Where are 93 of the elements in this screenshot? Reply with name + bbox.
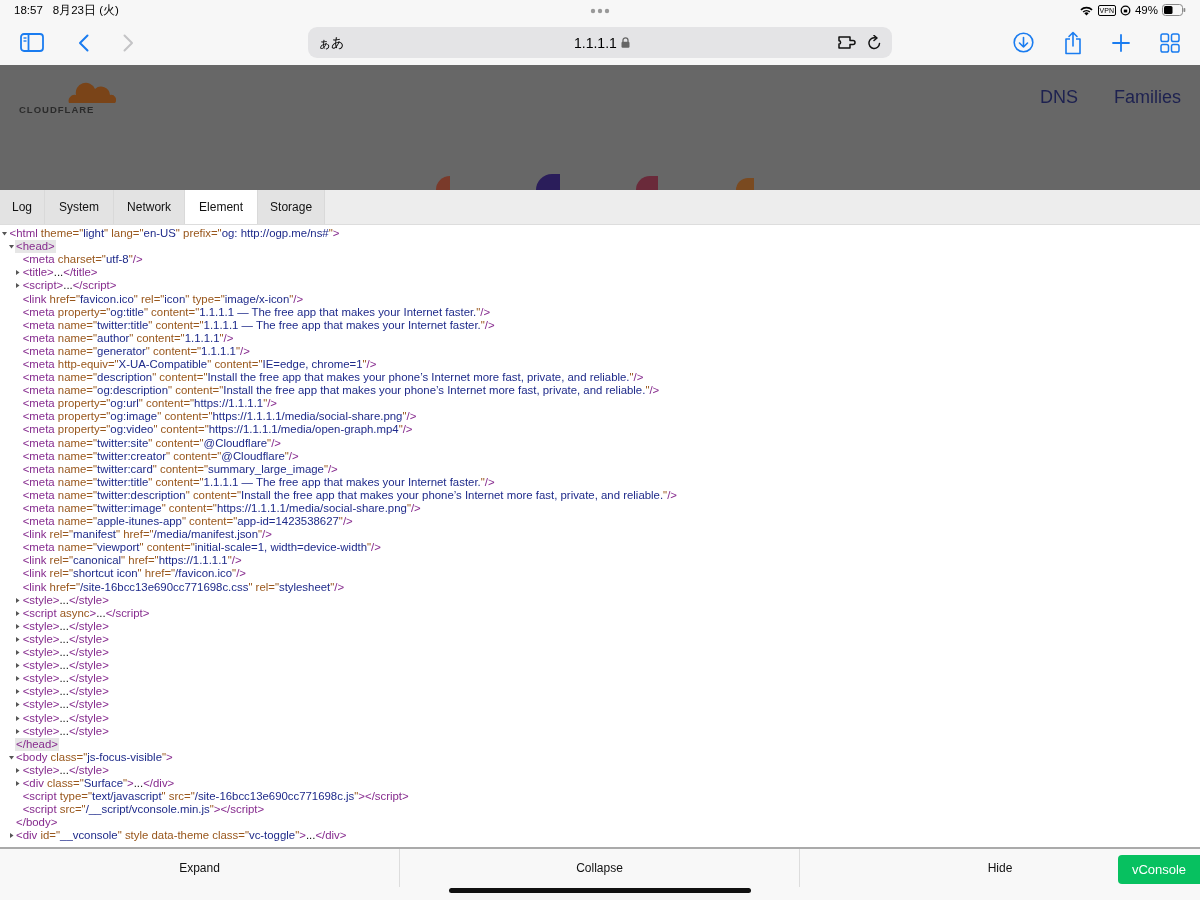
cloud-logo-icon bbox=[66, 80, 116, 104]
element-node[interactable]: <script async>...</script> bbox=[21, 606, 151, 620]
triangle-icon[interactable] bbox=[15, 676, 21, 682]
element-node[interactable]: <style>...</style> bbox=[21, 672, 110, 686]
console-tab[interactable]: Log bbox=[0, 190, 46, 224]
status-date: 8月23日 (火) bbox=[52, 2, 119, 18]
reload-icon[interactable] bbox=[867, 34, 882, 51]
element-node[interactable]: <meta name="twitter:site" content="@Cloudflare"/> bbox=[21, 436, 282, 450]
element-node[interactable]: <style>...</style> bbox=[21, 659, 110, 673]
triangle-icon[interactable] bbox=[8, 754, 14, 760]
element-node[interactable]: <script>...</script> bbox=[21, 279, 118, 293]
element-node[interactable]: <meta name="viewport" content="initial-scale=1, width=device-width"/> bbox=[21, 541, 382, 555]
lock-icon bbox=[620, 37, 630, 48]
element-node[interactable]: <meta name="description" content="Install the free app that makes your phone’s Internet more fast, private, and reliable."/> bbox=[21, 371, 645, 385]
element-node[interactable]: <script src="/__script/vconsole.min.js"></script> bbox=[21, 803, 266, 817]
triangle-icon[interactable] bbox=[8, 244, 14, 250]
element-node[interactable]: <style>...</style> bbox=[21, 593, 110, 607]
element-node[interactable]: <style>...</style> bbox=[21, 763, 110, 777]
element-node[interactable]: <meta name="twitter:title" content="1.1.1.1 — The free app that makes your Internet faster."/> bbox=[21, 318, 496, 332]
triangle-icon[interactable] bbox=[15, 623, 21, 629]
element-node[interactable]: <style>...</style> bbox=[21, 698, 110, 712]
element-node[interactable]: <meta name="twitter:image" content="https://1.1.1.1/media/social-share.png"/> bbox=[21, 502, 422, 515]
element-node[interactable]: <style>...</style> bbox=[21, 619, 110, 633]
wifi-icon bbox=[1078, 4, 1094, 16]
battery-percentage: 49% bbox=[1134, 4, 1158, 16]
element-node[interactable]: <meta property="og:video" content="https://1.1.1.1/media/open-graph.mp4"/> bbox=[21, 423, 414, 437]
console-tab[interactable]: Storage bbox=[258, 190, 326, 224]
triangle-icon[interactable] bbox=[15, 610, 21, 616]
element-node[interactable]: <link href="favicon.ico" rel="icon" type="image/x-icon"/> bbox=[21, 292, 305, 306]
triangle-icon[interactable] bbox=[15, 689, 21, 695]
element-node[interactable]: <meta charset="utf-8"/> bbox=[21, 253, 144, 267]
triangle-icon[interactable] bbox=[2, 231, 7, 237]
element-node[interactable]: <style>...</style> bbox=[21, 711, 110, 725]
element-node[interactable]: <body class="js-focus-visible"> bbox=[15, 750, 174, 764]
element-node[interactable]: <meta name="og:description" content="Install the free app that makes your phone’s Internet more fast, private, and reliable."/> bbox=[21, 384, 661, 398]
element-node[interactable]: <meta name="generator" content="1.1.1.1"/> bbox=[21, 344, 251, 358]
element-node[interactable]: <meta name="twitter:description" content="Install the free app that makes your phone’s Internet more fast, private, and reliable."/> bbox=[21, 488, 678, 502]
battery-icon bbox=[1162, 4, 1186, 16]
status-time: 18:57 bbox=[14, 4, 43, 16]
triangle-icon[interactable] bbox=[15, 728, 21, 734]
triangle-icon[interactable] bbox=[15, 781, 21, 786]
tabs-grid-icon[interactable] bbox=[1160, 32, 1180, 53]
element-node[interactable]: <meta property="og:image" content="https://1.1.1.1/media/social-share.png"/> bbox=[21, 410, 418, 424]
element-node[interactable]: <style>...</style> bbox=[21, 724, 110, 738]
element-node[interactable]: <link rel="manifest" href="/media/manifest.json"/> bbox=[21, 528, 273, 542]
element-node[interactable]: <meta property="og:url" content="https://1.1.1.1"/> bbox=[21, 397, 278, 411]
element-node[interactable]: <meta http-equiv="X-UA-Compatible" content="IE=edge, chrome=1"/> bbox=[21, 358, 378, 371]
triangle-icon[interactable] bbox=[15, 636, 21, 642]
element-node[interactable]: <meta name="author" content="1.1.1.1"/> bbox=[21, 331, 235, 345]
element-node[interactable]: </head> bbox=[15, 737, 59, 751]
back-icon[interactable] bbox=[78, 33, 89, 52]
element-node[interactable]: <div id="__vconsole" style data-theme class="vc-toggle">...</div> bbox=[15, 829, 348, 843]
rotation-lock-icon bbox=[1119, 4, 1131, 16]
element-node[interactable]: <head> bbox=[15, 240, 56, 254]
triangle-icon[interactable] bbox=[15, 283, 21, 289]
address-bar[interactable]: ぁあ 1.1.1.1 bbox=[308, 27, 892, 58]
element-node[interactable]: <style>...</style> bbox=[21, 685, 110, 699]
element-node[interactable]: <meta property="og:title" content="1.1.1.1 — The free app that makes your Internet faster."/> bbox=[21, 305, 492, 319]
text-size-button[interactable]: ぁあ bbox=[318, 33, 344, 52]
element-node[interactable]: <div class="Surface">...</div> bbox=[21, 777, 176, 790]
element-node[interactable]: <link rel="shortcut icon" href="/favicon.ico"/> bbox=[21, 567, 247, 581]
element-node[interactable]: <meta name="twitter:title" content="1.1.1.1 — The free app that makes your Internet faster."/> bbox=[21, 475, 496, 489]
element-node[interactable]: <meta name="twitter:card" content="summary_large_image"/> bbox=[21, 462, 339, 476]
element-node[interactable]: <style>...</style> bbox=[21, 632, 110, 646]
triangle-icon[interactable] bbox=[15, 767, 21, 773]
extension-icon[interactable] bbox=[838, 35, 857, 50]
plus-icon[interactable] bbox=[1112, 33, 1130, 52]
triangle-icon[interactable] bbox=[15, 650, 21, 656]
console-action-button[interactable]: Hide bbox=[800, 849, 1118, 887]
element-node[interactable]: <script type="text/javascript" src="/site-16bcc13e690cc771698c.js"></script> bbox=[21, 790, 410, 804]
console-tab[interactable]: Element bbox=[185, 190, 259, 224]
share-icon[interactable] bbox=[1064, 30, 1082, 55]
triangle-icon[interactable] bbox=[15, 702, 21, 708]
logo-text: CLOUDFLARE bbox=[19, 104, 95, 115]
multitasking-dots-icon[interactable] bbox=[590, 8, 610, 14]
element-node[interactable]: </body> bbox=[15, 816, 59, 830]
element-node[interactable]: <title>...</title> bbox=[21, 266, 99, 280]
console-tab[interactable]: System bbox=[45, 190, 115, 224]
element-node[interactable]: <link href="/site-16bcc13e690cc771698c.css" rel="stylesheet"/> bbox=[21, 580, 346, 594]
element-node[interactable]: <meta name="apple-itunes-app" content="app-id=1423538627"/> bbox=[21, 515, 354, 529]
console-tab[interactable]: Network bbox=[114, 190, 186, 224]
triangle-icon[interactable] bbox=[15, 597, 21, 603]
triangle-icon[interactable] bbox=[15, 663, 21, 669]
element-node[interactable]: <html theme="light" lang="en-US" prefix="og: http://ogp.me/ns#"> bbox=[8, 227, 341, 241]
triangle-icon[interactable] bbox=[15, 715, 21, 721]
element-node[interactable]: <style>...</style> bbox=[21, 646, 110, 660]
sidebar-icon[interactable] bbox=[20, 33, 44, 52]
download-icon[interactable] bbox=[1013, 32, 1034, 53]
triangle-icon[interactable] bbox=[8, 833, 14, 839]
element-node[interactable]: <meta name="twitter:creator" content="@Cloudflare"/> bbox=[21, 449, 300, 463]
url-text: 1.1.1.1 bbox=[574, 34, 617, 51]
element-node[interactable]: <link rel="canonical" href="https://1.1.1.1"/> bbox=[21, 554, 243, 568]
triangle-icon[interactable] bbox=[15, 270, 21, 276]
